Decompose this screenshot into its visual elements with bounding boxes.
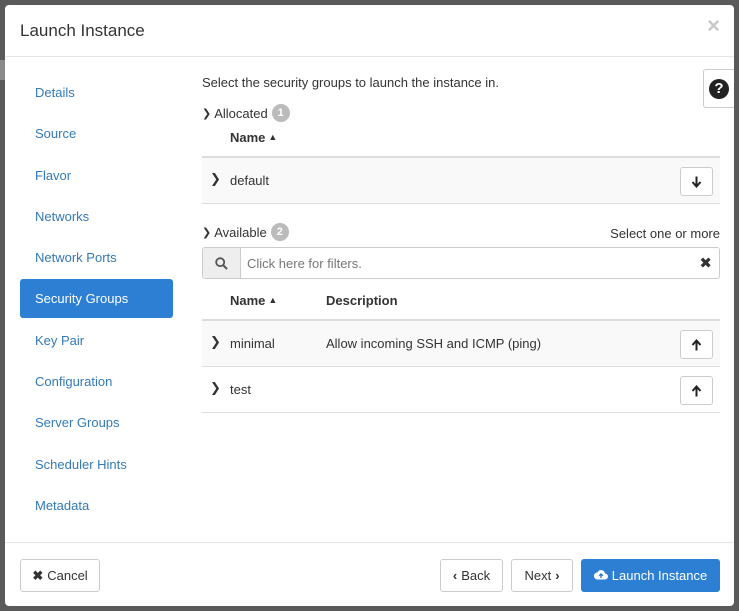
arrow-down-icon: [691, 176, 702, 188]
chevron-right-icon[interactable]: ❯: [210, 334, 221, 350]
clear-filter-icon[interactable]: ✖: [699, 254, 712, 272]
allocated-toggle[interactable]: ❯ Allocated 1: [202, 104, 290, 122]
chevron-left-icon: ‹: [452, 568, 458, 583]
available-label: Available: [214, 224, 267, 240]
back-button[interactable]: ‹ Back: [440, 559, 503, 592]
launch-instance-modal: Launch Instance × Details Source Flavor …: [5, 5, 734, 606]
allocated-row-name: default: [230, 173, 270, 188]
allocated-row: ❯ default: [202, 158, 720, 204]
arrow-up-icon: [691, 338, 702, 350]
nav-item-networks[interactable]: Networks: [20, 197, 173, 236]
allocated-label: Allocated: [214, 105, 268, 121]
next-button[interactable]: Next ›: [511, 559, 573, 592]
nav-item-flavor[interactable]: Flavor: [20, 156, 173, 195]
back-label: Back: [461, 568, 491, 583]
available-col-name[interactable]: Name ▲: [230, 293, 277, 308]
launch-instance-button[interactable]: Launch Instance: [581, 559, 720, 592]
available-toggle[interactable]: ❯ Available 2: [202, 223, 289, 241]
sort-asc-icon: ▲: [268, 132, 278, 142]
allocated-col-name[interactable]: Name ▲: [230, 130, 277, 145]
allocate-button[interactable]: [680, 330, 713, 359]
select-hint: Select one or more: [610, 226, 720, 241]
nav-item-metadata[interactable]: Metadata: [20, 486, 173, 525]
launch-label: Launch Instance: [611, 568, 708, 583]
chevron-down-icon: ❯: [202, 226, 212, 239]
cancel-button[interactable]: ✖ Cancel: [20, 559, 100, 592]
allocated-col-name-label: Name: [230, 130, 266, 145]
nav-item-server-groups[interactable]: Server Groups: [20, 403, 173, 442]
modal-title: Launch Instance: [20, 21, 145, 40]
chevron-right-icon[interactable]: ❯: [210, 171, 221, 187]
help-button[interactable]: ?: [703, 69, 734, 108]
allocate-button[interactable]: [680, 376, 713, 405]
allocated-count-badge: 1: [271, 104, 290, 122]
cancel-label: Cancel: [47, 568, 88, 583]
nav-item-details[interactable]: Details: [20, 73, 173, 112]
search-icon: [203, 248, 241, 278]
close-icon[interactable]: ×: [707, 15, 720, 37]
available-col-name-label: Name: [230, 293, 266, 308]
available-col-description[interactable]: Description: [326, 293, 398, 308]
chevron-right-icon: ›: [555, 568, 560, 583]
nav-item-network-ports[interactable]: Network Ports: [20, 238, 173, 277]
available-row: ❯ minimal Allow incoming SSH and ICMP (p…: [202, 321, 720, 367]
available-count-badge: 2: [270, 223, 289, 241]
chevron-right-icon[interactable]: ❯: [210, 380, 221, 396]
modal-header: Launch Instance ×: [5, 5, 734, 57]
modal-footer: ✖ Cancel ‹ Back Next › Launch Instance: [5, 542, 734, 606]
available-row-description: Allow incoming SSH and ICMP (ping): [326, 336, 542, 351]
sort-asc-icon: ▲: [268, 295, 278, 305]
close-icon: ✖: [32, 567, 44, 583]
filter-bar: ✖: [202, 247, 720, 279]
nav-item-scheduler-hints[interactable]: Scheduler Hints: [20, 445, 173, 484]
nav-item-key-pair[interactable]: Key Pair: [20, 321, 173, 360]
nav-item-configuration[interactable]: Configuration: [20, 362, 173, 401]
nav-item-security-groups[interactable]: Security Groups: [20, 279, 173, 319]
nav-item-source[interactable]: Source: [20, 114, 173, 153]
deallocate-button[interactable]: [680, 167, 713, 196]
available-row-name: minimal: [230, 336, 275, 351]
filter-input[interactable]: [241, 248, 681, 278]
question-circle-icon: ?: [709, 78, 729, 99]
cloud-upload-icon: [593, 568, 608, 583]
chevron-down-icon: ❯: [202, 107, 212, 120]
intro-text: Select the security groups to launch the…: [202, 75, 500, 90]
available-row: ❯ test: [202, 367, 720, 413]
available-row-name: test: [230, 382, 251, 397]
wizard-nav: Details Source Flavor Networks Network P…: [20, 73, 173, 527]
arrow-up-icon: [691, 384, 702, 396]
next-label: Next: [524, 568, 552, 583]
